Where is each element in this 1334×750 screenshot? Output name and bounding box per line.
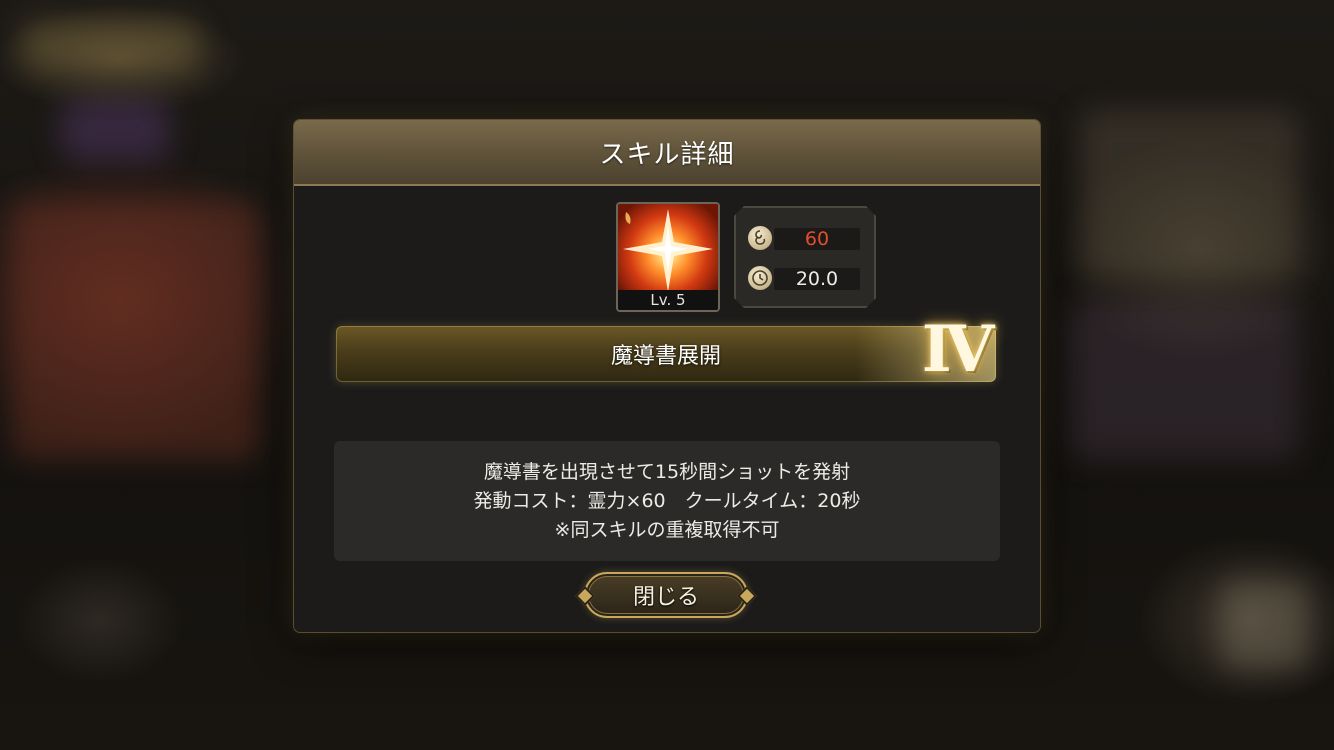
starburst-icon [618,204,718,294]
skill-detail-dialog: スキル詳細 Lv. 5 60 20.0 魔導書展開 Ⅳ 魔導書を出現させて15秒… [294,120,1040,632]
description-line: 発動コスト：霊力×60 クールタイム：20秒 [473,490,861,512]
cost-value: 60 [774,228,860,250]
clock-icon [748,266,772,290]
dialog-header: スキル詳細 [294,120,1040,186]
skill-icon: Lv. 5 [616,202,720,312]
cooldown-value: 20.0 [774,268,860,290]
spirit-cost-icon [748,226,772,250]
ornament-left [575,586,595,606]
skill-name: 魔導書展開 [610,344,721,369]
cost-row: 60 [748,226,864,250]
skill-stats-panel: 60 20.0 [734,206,876,308]
cooldown-row: 20.0 [748,266,864,290]
dialog-title: スキル詳細 [599,139,735,170]
description-line: ※同スキルの重複取得不可 [554,519,780,541]
skill-name-bar: 魔導書展開 [336,326,996,382]
close-button-label: 閉じる [632,585,699,610]
description-line: 魔導書を出現させて15秒間ショットを発射 [483,461,851,483]
rank-badge: Ⅳ [921,312,995,387]
ornament-right [737,586,757,606]
skill-description: 魔導書を出現させて15秒間ショットを発射 発動コスト：霊力×60 クールタイム：… [334,441,1000,561]
close-button[interactable]: 閉じる [575,572,757,618]
skill-level: Lv. 5 [618,290,718,310]
